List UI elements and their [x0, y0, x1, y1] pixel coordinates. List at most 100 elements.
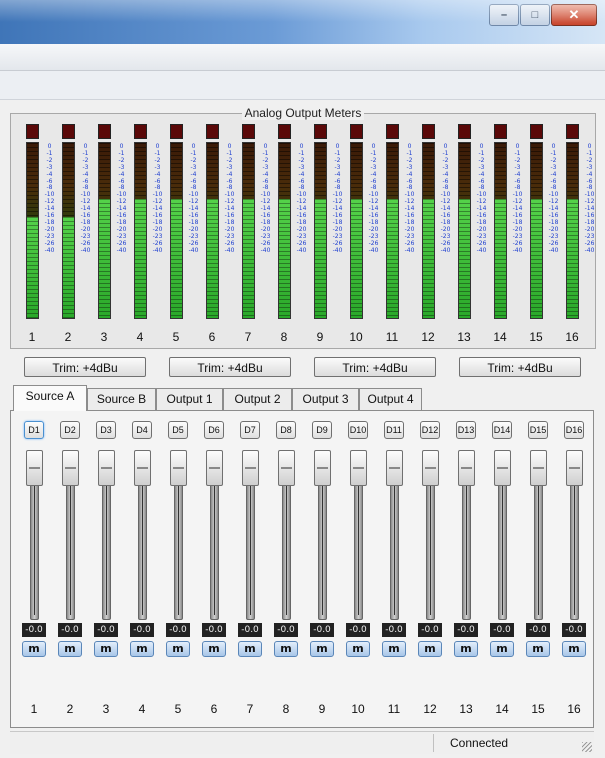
channel-select-button[interactable]: D3: [96, 421, 116, 439]
tab-source-a[interactable]: Source A: [13, 385, 87, 411]
mute-button[interactable]: m: [490, 641, 514, 657]
mute-button[interactable]: m: [22, 641, 46, 657]
meter-number: 12: [421, 330, 435, 344]
meter-scale: 0 -1 -2 -3 -4 -6 -8 -10 -12 -14 -16 -18 -20 -23 -26 -40: [581, 143, 598, 255]
mute-button[interactable]: m: [274, 641, 298, 657]
fader-knob[interactable]: [62, 450, 79, 486]
scale-tick: -40: [296, 246, 307, 254]
minimize-button[interactable]: –: [489, 4, 519, 26]
fader-knob[interactable]: [386, 450, 403, 486]
meter-channel-3: [98, 124, 111, 319]
channel-select-button[interactable]: D10: [348, 421, 368, 439]
scale-tick: -40: [188, 246, 199, 254]
tab-output-2[interactable]: Output 2: [223, 388, 292, 410]
mute-button[interactable]: m: [58, 641, 82, 657]
close-button[interactable]: ✕: [551, 4, 597, 26]
channel-select-button[interactable]: D1: [24, 421, 44, 439]
channel-select-button[interactable]: D14: [492, 421, 512, 439]
fader-knob[interactable]: [422, 450, 439, 486]
channel-select-button[interactable]: D16: [564, 421, 584, 439]
tab-output-1[interactable]: Output 1: [156, 388, 223, 410]
fader-value: -0.0: [166, 623, 190, 637]
trim-button[interactable]: Trim: +4dBu: [459, 357, 581, 377]
channel-select-button[interactable]: D4: [132, 421, 152, 439]
mute-button[interactable]: m: [382, 641, 406, 657]
status-bar: Connected: [10, 731, 594, 754]
fader-knob[interactable]: [566, 450, 583, 486]
meter-number: 8: [280, 330, 288, 344]
channel-select-button[interactable]: D12: [420, 421, 440, 439]
fader-knob[interactable]: [134, 450, 151, 486]
fader-knob[interactable]: [98, 450, 115, 486]
meter-scale: 0 -1 -2 -3 -4 -6 -8 -10 -12 -14 -16 -18 -20 -23 -26 -40: [509, 143, 526, 255]
maximize-button[interactable]: □: [520, 4, 550, 26]
scale-tick: -40: [440, 246, 451, 254]
channel-number: 11: [387, 702, 401, 716]
channel-select-button[interactable]: D7: [240, 421, 260, 439]
channel-number: 4: [138, 702, 146, 716]
channel-select-button[interactable]: D6: [204, 421, 224, 439]
fader-knob[interactable]: [458, 450, 475, 486]
mute-button[interactable]: m: [454, 641, 478, 657]
tab-source-b[interactable]: Source B: [87, 388, 156, 410]
meter-number: 3: [100, 330, 108, 344]
resize-grip-icon[interactable]: [582, 742, 592, 752]
fader-value: -0.0: [22, 623, 46, 637]
meter-scale: 0 -1 -2 -3 -4 -6 -8 -10 -12 -14 -16 -18 -20 -23 -26 -40: [329, 143, 346, 255]
fader-knob[interactable]: [314, 450, 331, 486]
scale-tick: -40: [44, 246, 55, 254]
mute-button[interactable]: m: [166, 641, 190, 657]
trim-button[interactable]: Trim: +4dBu: [169, 357, 291, 377]
meter-channel-2: [62, 124, 75, 319]
mute-button[interactable]: m: [130, 641, 154, 657]
channel-select-button[interactable]: D9: [312, 421, 332, 439]
fader-knob[interactable]: [278, 450, 295, 486]
channel-select-button[interactable]: D11: [384, 421, 404, 439]
channel-select-button[interactable]: D15: [528, 421, 548, 439]
meter-fill: [423, 199, 434, 318]
fader-knob[interactable]: [242, 450, 259, 486]
mute-button[interactable]: m: [310, 641, 334, 657]
mute-button[interactable]: m: [346, 641, 370, 657]
meter-scale: 0 -1 -2 -3 -4 -6 -8 -10 -12 -14 -16 -18 -20 -23 -26 -40: [545, 143, 562, 255]
fader-value: -0.0: [94, 623, 118, 637]
meter-channel-4: [134, 124, 147, 319]
channel-select-button[interactable]: D2: [60, 421, 80, 439]
mute-button[interactable]: m: [562, 641, 586, 657]
trim-button[interactable]: Trim: +4dBu: [314, 357, 436, 377]
scale-tick: -40: [260, 246, 271, 254]
meter-channel-5: [170, 124, 183, 319]
meter-bar: [206, 142, 219, 319]
fader-knob[interactable]: [494, 450, 511, 486]
mute-button[interactable]: m: [94, 641, 118, 657]
fader-knob[interactable]: [350, 450, 367, 486]
meter-bar: [422, 142, 435, 319]
scale-tick: -40: [152, 246, 163, 254]
mute-button[interactable]: m: [526, 641, 550, 657]
meter-number: 9: [316, 330, 324, 344]
fader-knob[interactable]: [206, 450, 223, 486]
fader-knob[interactable]: [26, 450, 43, 486]
meter-bar: [242, 142, 255, 319]
meter-channel-7: [242, 124, 255, 319]
channel-select-button[interactable]: D8: [276, 421, 296, 439]
mute-button[interactable]: m: [418, 641, 442, 657]
meter-fill: [351, 199, 362, 318]
mute-button[interactable]: m: [238, 641, 262, 657]
trim-button[interactable]: Trim: +4dBu: [24, 357, 146, 377]
fader-knob[interactable]: [530, 450, 547, 486]
fader-value: -0.0: [562, 623, 586, 637]
meter-channel-9: [314, 124, 327, 319]
scale-tick: -40: [116, 246, 127, 254]
tab-output-4[interactable]: Output 4: [359, 388, 422, 410]
channel-select-button[interactable]: D5: [168, 421, 188, 439]
scale-tick: -40: [548, 246, 559, 254]
meter-scale: 0 -1 -2 -3 -4 -6 -8 -10 -12 -14 -16 -18 -20 -23 -26 -40: [149, 143, 166, 255]
meter-scale: 0 -1 -2 -3 -4 -6 -8 -10 -12 -14 -16 -18 -20 -23 -26 -40: [77, 143, 94, 255]
mute-button[interactable]: m: [202, 641, 226, 657]
channel-select-button[interactable]: D13: [456, 421, 476, 439]
fader-knob[interactable]: [170, 450, 187, 486]
clip-indicator: [278, 124, 291, 139]
tab-output-3[interactable]: Output 3: [292, 388, 359, 410]
fader-value: -0.0: [346, 623, 370, 637]
